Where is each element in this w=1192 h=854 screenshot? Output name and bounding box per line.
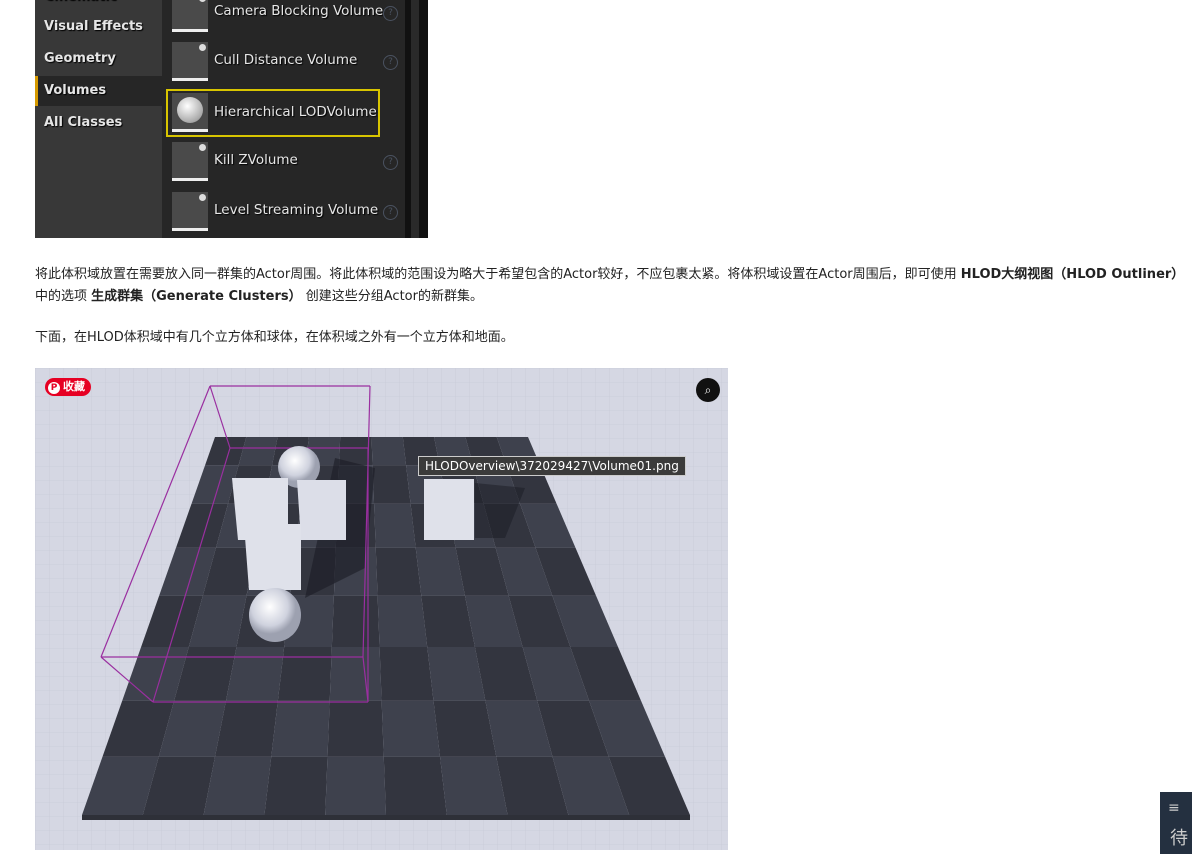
category-volumes[interactable]: Volumes (35, 76, 162, 106)
floor-tile (379, 647, 434, 701)
actor-item-level-streaming-volume[interactable]: Level Streaming Volume ? (166, 189, 398, 235)
help-icon[interactable]: ? (383, 55, 398, 70)
sphere-icon (172, 93, 208, 132)
side-widget[interactable]: ≡ 待 (1160, 792, 1192, 854)
actor-label: Hierarchical LODVolume (214, 104, 377, 120)
pin-save-button[interactable]: P 收藏 (45, 378, 91, 396)
floor-tile (203, 756, 272, 815)
text: 将此体积域放置在需要放入同一群集的Actor周围。将此体积域的范围设为略大于希望… (35, 267, 961, 282)
paragraph-1: 将此体积域放置在需要放入同一群集的Actor周围。将此体积域的范围设为略大于希望… (35, 264, 1185, 308)
actor-item-camera-blocking-volume[interactable]: Camera Blocking Volume ? (166, 0, 398, 36)
category-cinematic[interactable]: Cinematic (35, 0, 162, 12)
cube-outside (424, 479, 474, 540)
floor-tile (377, 595, 428, 648)
category-visual-effects[interactable]: Visual Effects (35, 12, 162, 42)
floor-tile (277, 647, 332, 701)
floor-edge (82, 815, 690, 820)
actor-label: Kill ZVolume (214, 152, 298, 168)
level-streaming-icon (172, 192, 208, 231)
generate-clusters-term: 生成群集（Generate Clusters） (91, 289, 302, 304)
category-all-classes[interactable]: All Classes (35, 108, 162, 138)
floor-tile (329, 647, 382, 701)
floor-tile (374, 503, 416, 548)
floor-tile (381, 700, 441, 757)
actor-item-hierarchical-lodvolume[interactable]: Hierarchical LODVolume (166, 89, 380, 137)
floor-tile (214, 700, 278, 757)
floor-tile (383, 756, 447, 815)
side-widget-char: 待 (1170, 828, 1188, 849)
floor-tile (375, 547, 422, 596)
actor-item-cull-distance-volume[interactable]: Cull Distance Volume ? (166, 39, 398, 85)
cube (297, 480, 346, 540)
floor-tile (372, 465, 411, 504)
actor-item-kill-zvolume[interactable]: Kill ZVolume ? (166, 139, 398, 185)
actor-label: Cull Distance Volume (214, 52, 358, 68)
eye-slash-icon (172, 42, 208, 81)
pinterest-icon: P (48, 382, 60, 394)
hlod-volume-screenshot: P 收藏 ⌕ HLODOverview\372029427\Volume01.pn… (35, 368, 728, 850)
category-list: Cinematic Visual Effects Geometry Volume… (35, 0, 162, 238)
floor-tile (440, 756, 508, 815)
cube (244, 524, 301, 590)
floor-tile (264, 756, 328, 815)
actor-list: Camera Blocking Volume ? Cull Distance V… (162, 0, 405, 238)
floor-tile (371, 437, 407, 466)
help-icon[interactable]: ? (383, 155, 398, 170)
scrollbar[interactable] (405, 0, 428, 238)
help-icon[interactable]: ? (383, 205, 398, 220)
actor-label: Level Streaming Volume (214, 202, 379, 218)
paragraph-2: 下面，在HLOD体积域中有几个立方体和球体，在体积域之外有一个立方体和地面。 (35, 330, 514, 345)
text: 中的选项 (35, 289, 92, 304)
text: 创建这些分组Actor的新群集。 (301, 289, 483, 304)
sphere (249, 588, 301, 642)
floor-tile (331, 595, 380, 648)
floor-tile (327, 700, 384, 757)
kill-z-icon (172, 142, 208, 181)
visual-search-icon[interactable]: ⌕ (696, 378, 720, 402)
floor-tile (271, 700, 330, 757)
camera-hand-icon (172, 0, 208, 32)
category-geometry[interactable]: Geometry (35, 44, 162, 74)
pin-label: 收藏 (63, 380, 85, 393)
floor-tile (325, 756, 386, 815)
actor-label: Camera Blocking Volume (214, 3, 384, 19)
hlod-outliner-term: HLOD大纲视图（HLOD Outliner） (960, 267, 1185, 282)
floor-tile (433, 700, 497, 757)
place-actors-panel: Cinematic Visual Effects Geometry Volume… (35, 0, 428, 238)
filename-tooltip: HLODOverview\372029427\Volume01.png (418, 456, 686, 476)
menu-icon[interactable]: ≡ (1168, 800, 1180, 816)
help-icon[interactable]: ? (383, 6, 398, 21)
